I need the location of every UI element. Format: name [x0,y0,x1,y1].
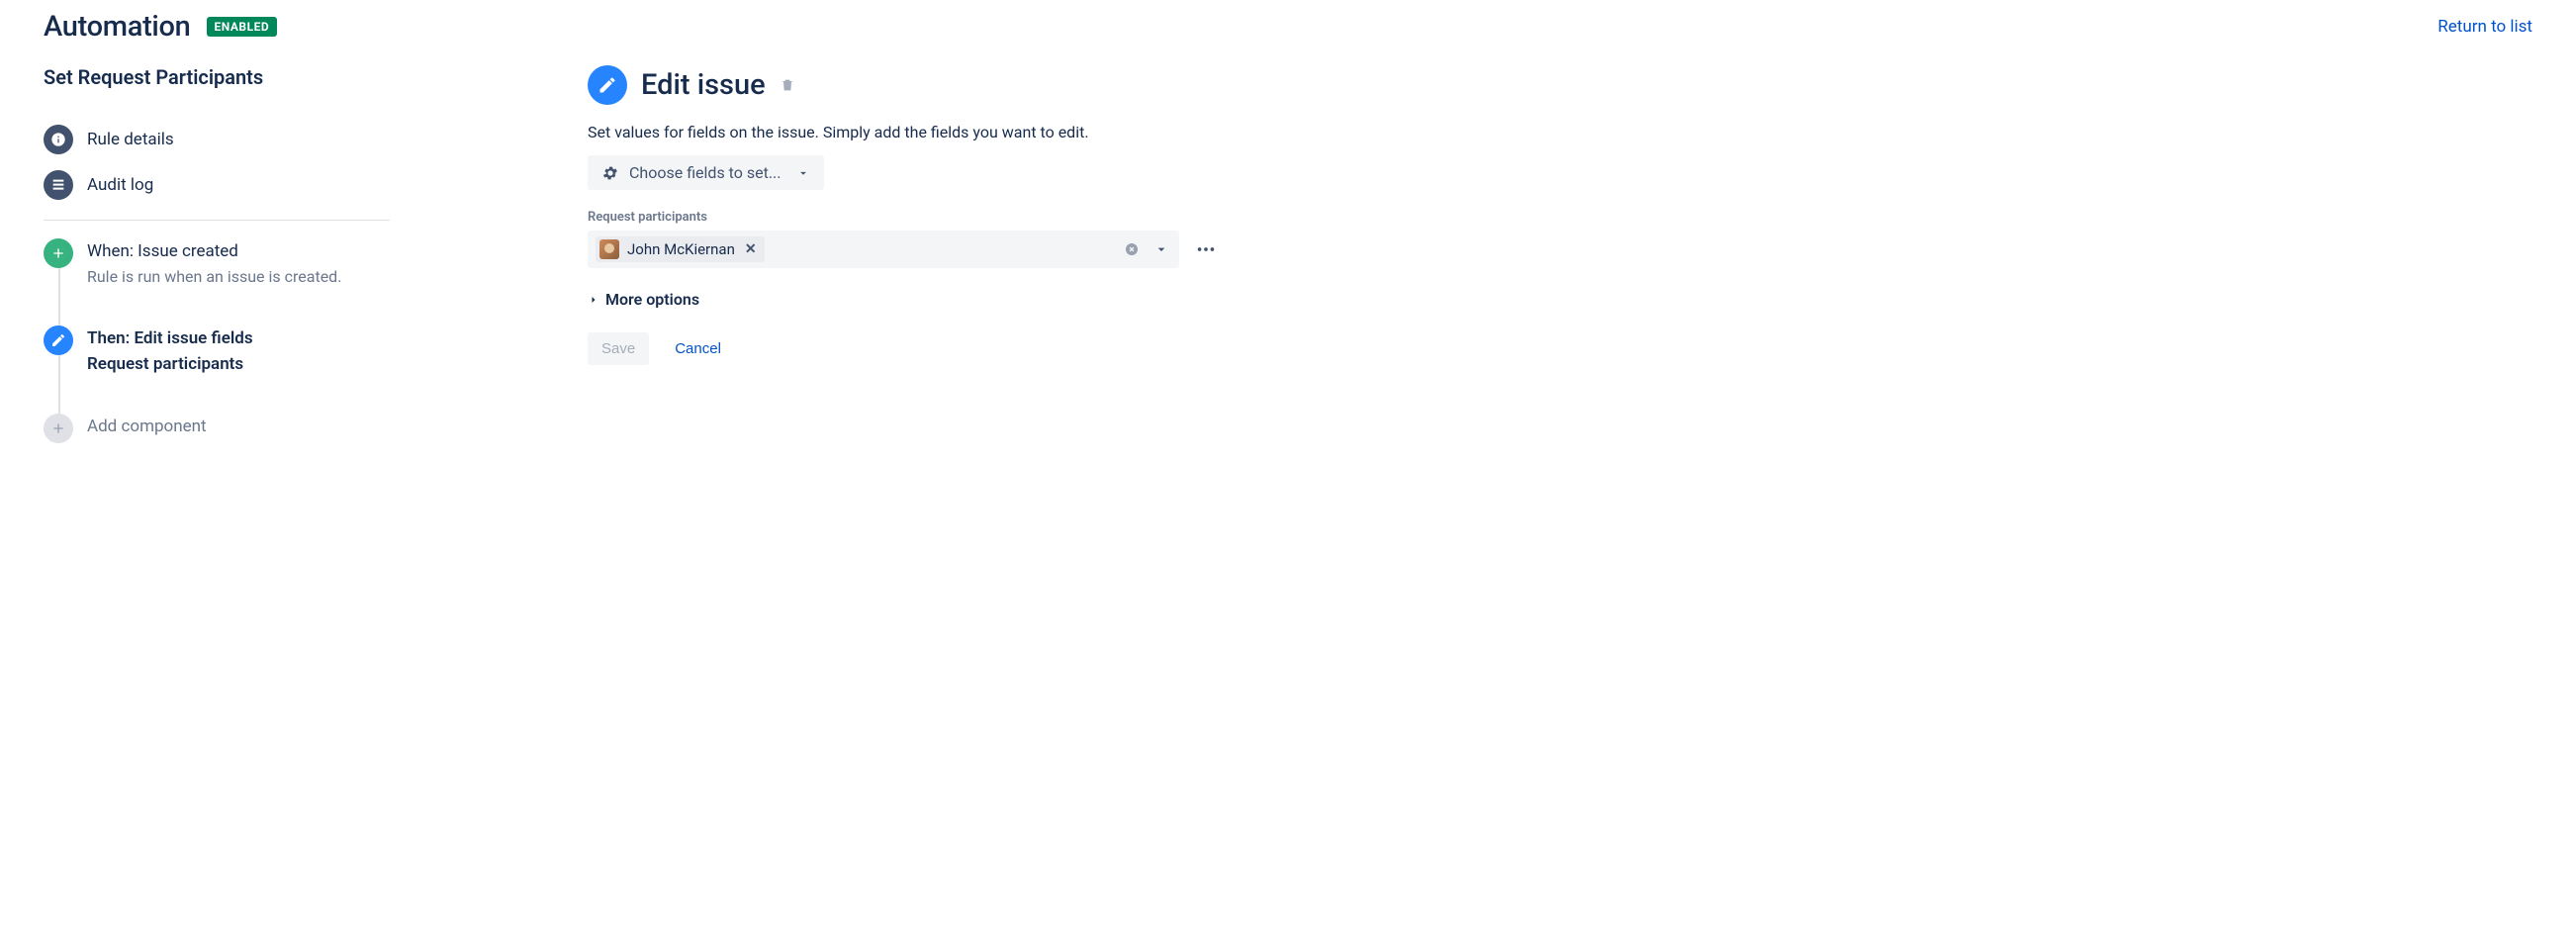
rule-chain: When: Issue created Rule is run when an … [44,238,390,443]
chevron-down-icon[interactable] [1153,241,1169,257]
page-header: Automation ENABLED Return to list [44,10,2532,44]
sidebar-item-label: Audit log [87,175,153,195]
save-button[interactable]: Save [588,332,649,365]
gear-icon [601,164,619,182]
return-to-list-link[interactable]: Return to list [2438,17,2532,37]
cancel-button[interactable]: Cancel [661,332,735,365]
chain-step-title: Then: Edit issue fields [87,328,253,348]
chain-add-label: Add component [87,417,207,436]
participant-chip: John McKiernan ✕ [596,236,765,262]
info-icon [44,125,73,154]
field-label: Request participants [588,210,1221,225]
sidebar-item-audit-log[interactable]: Audit log [44,162,390,208]
panel-title: Edit issue [641,68,766,102]
clear-icon[interactable] [1124,241,1140,257]
chevron-right-icon [588,294,599,306]
rule-name: Set Request Participants [44,65,390,89]
pencil-icon [44,326,73,355]
more-options-label: More options [605,290,699,309]
chain-step-title: When: Issue created [87,241,341,261]
trash-icon[interactable] [780,77,795,93]
more-options-expander[interactable]: More options [588,290,1221,309]
more-actions-icon[interactable] [1191,234,1221,264]
participant-name: John McKiernan [627,240,735,258]
chain-add-component[interactable]: Add component [44,414,390,443]
chevron-down-icon [796,166,810,180]
sidebar-item-rule-details[interactable]: Rule details [44,117,390,162]
panel-description: Set values for fields on the issue. Simp… [588,123,1221,141]
page-title: Automation [44,10,191,44]
plus-icon [44,414,73,443]
remove-chip-icon[interactable]: ✕ [745,241,757,257]
edit-panel: Edit issue Set values for fields on the … [588,65,1221,443]
choose-fields-dropdown[interactable]: Choose fields to set... [588,155,824,190]
pencil-icon [588,65,627,105]
sidebar-item-label: Rule details [87,130,174,149]
request-participants-input[interactable]: John McKiernan ✕ [588,231,1179,268]
choose-fields-label: Choose fields to set... [629,163,781,182]
log-icon [44,170,73,200]
chain-step-trigger[interactable]: When: Issue created Rule is run when an … [44,238,390,326]
status-badge: ENABLED [207,17,278,37]
divider [44,220,390,221]
sidebar: Set Request Participants Rule details Au… [44,65,390,443]
chain-step-action[interactable]: Then: Edit issue fields Request particip… [44,326,390,414]
chain-step-desc: Rule is run when an issue is created. [87,267,341,286]
avatar [599,239,619,259]
chain-step-sub: Request participants [87,354,253,374]
plus-icon [44,238,73,268]
